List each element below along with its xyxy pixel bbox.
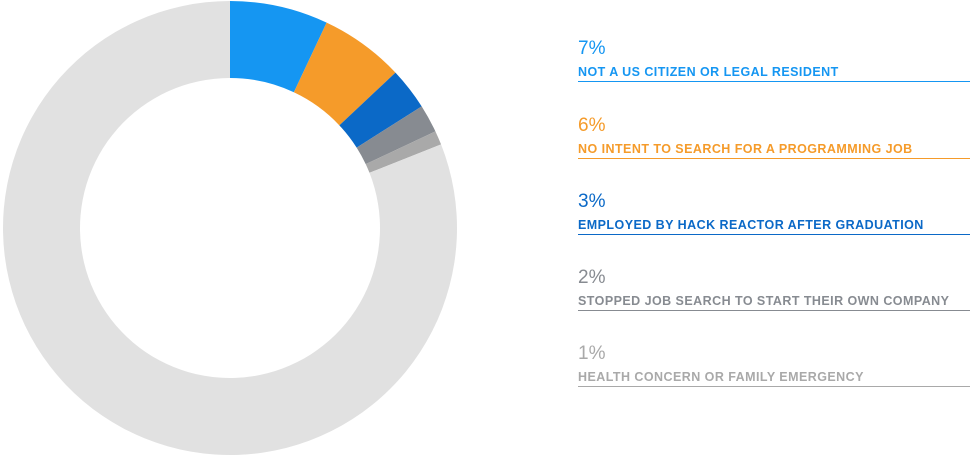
legend-item-no-intent: 6% NO INTENT TO SEARCH FOR A PROGRAMMING… — [578, 115, 970, 159]
legend-value: 1% — [578, 343, 606, 364]
donut-chart — [2, 1, 458, 456]
legend-value: 7% — [578, 38, 606, 59]
legend-item-own-company: 2% STOPPED JOB SEARCH TO START THEIR OWN… — [578, 267, 970, 311]
legend-label: STOPPED JOB SEARCH TO START THEIR OWN CO… — [578, 294, 950, 308]
legend-item-health-concern: 1% HEALTH CONCERN OR FAMILY EMERGENCY — [578, 343, 970, 387]
legend-divider — [578, 81, 970, 82]
legend-value: 6% — [578, 115, 606, 136]
legend-label: HEALTH CONCERN OR FAMILY EMERGENCY — [578, 370, 864, 384]
legend-divider — [578, 158, 970, 159]
legend-label: EMPLOYED BY HACK REACTOR AFTER GRADUATIO… — [578, 218, 924, 232]
legend-divider — [578, 386, 970, 387]
legend-value: 3% — [578, 191, 606, 212]
legend-value: 2% — [578, 267, 606, 288]
chart-legend: 7% NOT A US CITIZEN OR LEGAL RESIDENT 6%… — [578, 0, 970, 457]
legend-divider — [578, 310, 970, 311]
legend-item-employed-by-hack-reactor: 3% EMPLOYED BY HACK REACTOR AFTER GRADUA… — [578, 191, 970, 235]
legend-label: NO INTENT TO SEARCH FOR A PROGRAMMING JO… — [578, 142, 913, 156]
legend-item-not-us-citizen: 7% NOT A US CITIZEN OR LEGAL RESIDENT — [578, 38, 970, 82]
legend-label: NOT A US CITIZEN OR LEGAL RESIDENT — [578, 65, 839, 79]
legend-divider — [578, 234, 970, 235]
